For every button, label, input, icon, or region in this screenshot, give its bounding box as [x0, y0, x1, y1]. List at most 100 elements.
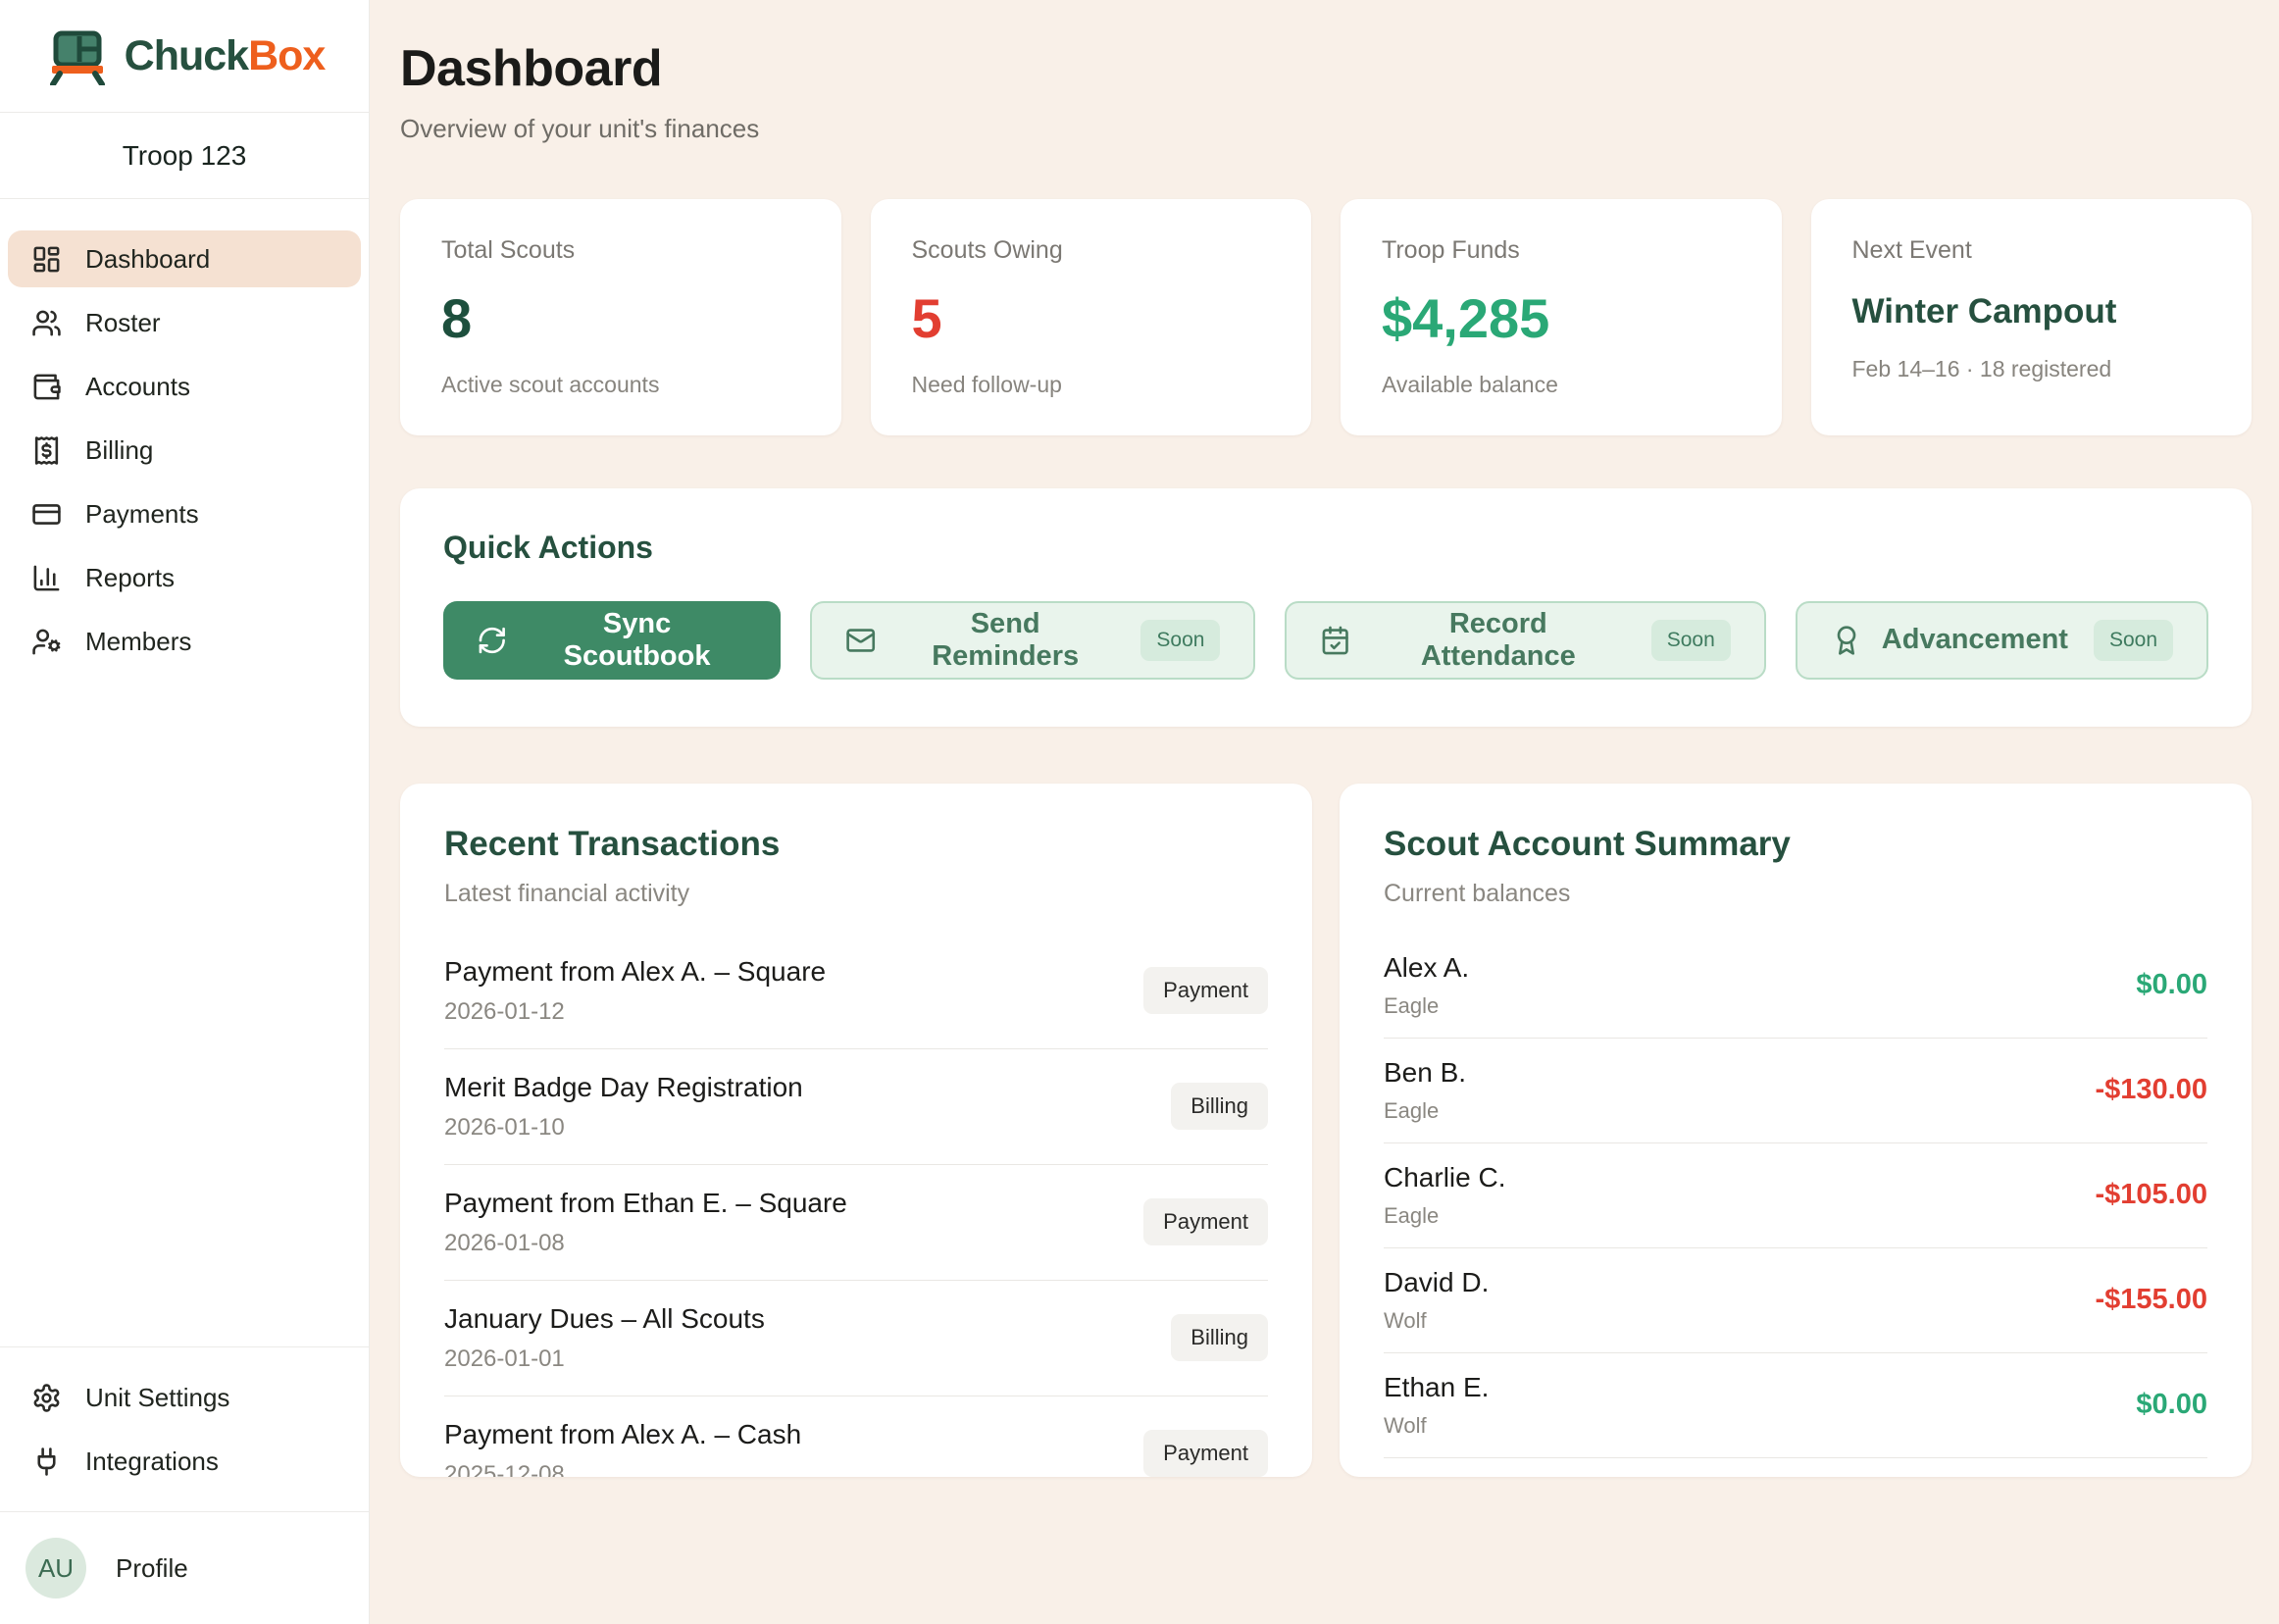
- transaction-row: January Dues – All Scouts 2026-01-01 Bill…: [444, 1281, 1268, 1396]
- transaction-date: 2025-12-08: [444, 1461, 801, 1477]
- scout-rank: Wolf: [1384, 1413, 1489, 1439]
- stat-label: Scouts Owing: [912, 236, 1271, 265]
- sidebar-item-label: Accounts: [85, 372, 190, 402]
- sync-scoutbook-button[interactable]: Sync Scoutbook: [443, 601, 781, 680]
- recent-transactions-panel: Recent Transactions Latest financial act…: [400, 784, 1312, 1477]
- soon-badge: Soon: [1140, 620, 1220, 661]
- scout-balance: $0.00: [2136, 1389, 2207, 1421]
- scout-name: Charlie C.: [1384, 1162, 1505, 1193]
- transaction-tag: Payment: [1143, 1430, 1268, 1477]
- stat-card-troop-funds: Troop Funds $4,285 Available balance: [1341, 199, 1782, 435]
- sidebar-item-label: Roster: [85, 308, 161, 338]
- button-label: Record Attendance: [1371, 608, 1626, 673]
- sidebar-item-label: Payments: [85, 499, 199, 530]
- transaction-row: Payment from Ethan E. – Square 2026-01-08…: [444, 1165, 1268, 1281]
- transaction-name: Payment from Alex A. – Square: [444, 956, 826, 988]
- award-icon: [1831, 625, 1862, 656]
- transaction-name: January Dues – All Scouts: [444, 1303, 765, 1335]
- calendar-check-icon: [1320, 625, 1350, 656]
- quick-actions-title: Quick Actions: [443, 530, 2208, 566]
- page-subtitle: Overview of your unit's finances: [400, 114, 2252, 144]
- brand-name: ChuckBox: [125, 32, 326, 80]
- transactions-title: Recent Transactions: [444, 825, 1268, 864]
- gear-icon: [31, 1383, 62, 1413]
- sync-icon: [477, 625, 508, 656]
- avatar: AU: [25, 1538, 86, 1599]
- profile-label: Profile: [116, 1553, 188, 1584]
- sidebar-item-members[interactable]: Members: [8, 613, 361, 670]
- scout-name: Alex A.: [1384, 952, 1469, 984]
- transaction-tag: Payment: [1143, 967, 1268, 1014]
- scout-row: Ben B.Eagle -$130.00: [1384, 1039, 2207, 1143]
- stat-value: Winter Campout: [1852, 294, 2211, 330]
- troop-name: Troop 123: [0, 113, 369, 199]
- scout-rank: Eagle: [1384, 1203, 1505, 1229]
- sidebar-item-label: Members: [85, 627, 191, 657]
- sidebar-item-accounts[interactable]: Accounts: [8, 358, 361, 415]
- sidebar: ChuckBox Troop 123 Dashboard Roster Acco…: [0, 0, 370, 1624]
- stat-value: 8: [441, 290, 800, 348]
- transaction-date: 2026-01-08: [444, 1230, 847, 1257]
- scout-summary-panel: Scout Account Summary Current balances A…: [1340, 784, 2252, 1477]
- stat-label: Troop Funds: [1382, 236, 1741, 265]
- users-icon: [31, 308, 62, 338]
- mail-icon: [845, 625, 876, 656]
- scout-summary-title: Scout Account Summary: [1384, 825, 2207, 864]
- transaction-name: Payment from Ethan E. – Square: [444, 1188, 847, 1219]
- sidebar-item-label: Unit Settings: [85, 1383, 229, 1413]
- advancement-button[interactable]: Advancement Soon: [1796, 601, 2208, 680]
- stat-value: $4,285: [1382, 290, 1741, 348]
- transaction-tag: Billing: [1171, 1314, 1268, 1361]
- button-label: Advancement: [1882, 624, 2068, 656]
- bottom-panels: Recent Transactions Latest financial act…: [400, 784, 2252, 1477]
- bar-chart-icon: [31, 563, 62, 593]
- stat-card-scouts-owing: Scouts Owing 5 Need follow-up: [871, 199, 1312, 435]
- scout-row: David D.Wolf -$155.00: [1384, 1248, 2207, 1353]
- transaction-tag: Billing: [1171, 1083, 1268, 1130]
- soon-badge: Soon: [2094, 620, 2173, 661]
- sidebar-item-payments[interactable]: Payments: [8, 485, 361, 542]
- scout-rank: Eagle: [1384, 993, 1469, 1019]
- sidebar-item-dashboard[interactable]: Dashboard: [8, 230, 361, 287]
- scout-name: Ethan E.: [1384, 1372, 1489, 1403]
- credit-card-icon: [31, 499, 62, 530]
- soon-badge: Soon: [1651, 620, 1731, 661]
- scout-row: Alex A. Eagle $0.00: [1384, 934, 2207, 1039]
- sidebar-item-roster[interactable]: Roster: [8, 294, 361, 351]
- stat-sub: Need follow-up: [912, 372, 1271, 398]
- transaction-name: Merit Badge Day Registration: [444, 1072, 803, 1103]
- scout-balance: -$105.00: [2096, 1179, 2208, 1211]
- wallet-icon: [31, 372, 62, 402]
- page-title: Dashboard: [400, 39, 2252, 98]
- quick-actions-buttons: Sync Scoutbook Send Reminders Soon Recor…: [443, 601, 2208, 680]
- scout-balance: -$130.00: [2096, 1074, 2208, 1106]
- main-content: Dashboard Overview of your unit's financ…: [370, 0, 2279, 1624]
- sidebar-footer: Unit Settings Integrations: [0, 1346, 369, 1511]
- transaction-name: Payment from Alex A. – Cash: [444, 1419, 801, 1450]
- scout-rank: Eagle: [1384, 1098, 1466, 1124]
- stat-label: Next Event: [1852, 236, 2211, 265]
- sidebar-item-billing[interactable]: Billing: [8, 422, 361, 479]
- stat-sub: Feb 14–16 · 18 registered: [1852, 356, 2211, 382]
- sidebar-item-label: Reports: [85, 563, 175, 593]
- scout-balance: $0.00: [2136, 969, 2207, 1001]
- logo[interactable]: ChuckBox: [0, 0, 369, 113]
- receipt-dollar-icon: [31, 435, 62, 466]
- transactions-subtitle: Latest financial activity: [444, 880, 1268, 908]
- scout-row: Ethan E. Wolf $0.00: [1384, 1353, 2207, 1458]
- transaction-row: Payment from Alex A. – Square2026-01-12 …: [444, 934, 1268, 1049]
- record-attendance-button[interactable]: Record Attendance Soon: [1285, 601, 1765, 680]
- sidebar-item-reports[interactable]: Reports: [8, 549, 361, 606]
- transaction-row: Merit Badge Day Registration2026-01-10 B…: [444, 1049, 1268, 1165]
- sidebar-item-integrations[interactable]: Integrations: [8, 1433, 361, 1490]
- scout-list: Alex A.Eagle $0.00 Ben B.Eagle -$130.00 …: [1384, 934, 2207, 1458]
- send-reminders-button[interactable]: Send Reminders Soon: [810, 601, 1256, 680]
- scout-balance: -$155.00: [2096, 1284, 2208, 1316]
- dashboard-icon: [31, 244, 62, 275]
- quick-actions-panel: Quick Actions Sync Scoutbook Send Remind…: [400, 488, 2252, 727]
- profile-button[interactable]: AU Profile: [0, 1511, 369, 1624]
- button-label: Send Reminders: [895, 608, 1115, 673]
- more-scouts-label: +3 more scouts: [1384, 1458, 2207, 1477]
- transaction-date: 2026-01-01: [444, 1345, 765, 1373]
- sidebar-item-unit-settings[interactable]: Unit Settings: [8, 1369, 361, 1426]
